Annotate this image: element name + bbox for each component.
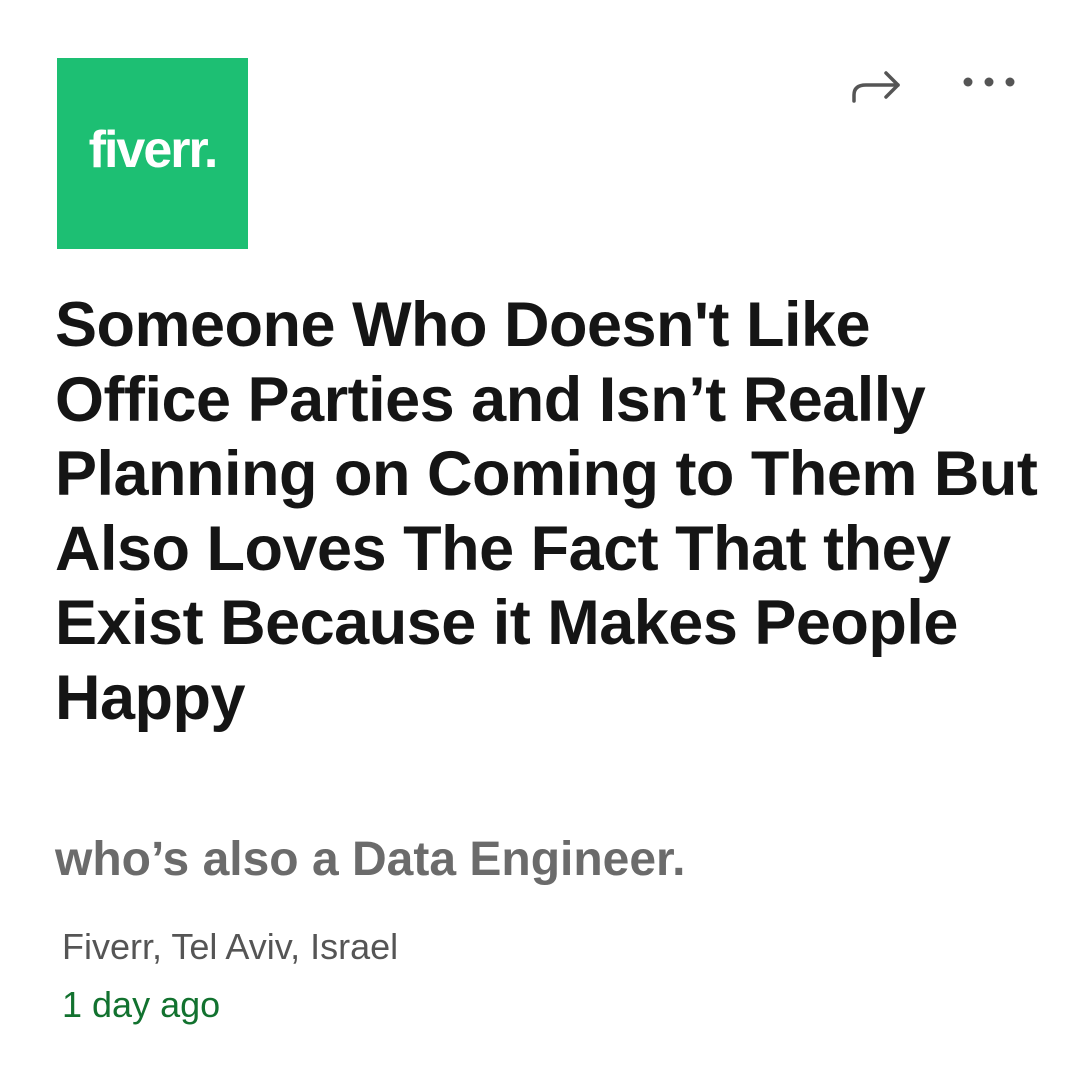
job-location: Fiverr, Tel Aviv, Israel [62,926,399,967]
company-logo-text: fiverr. [88,120,219,179]
more-horizontal-icon [963,77,1015,87]
share-button[interactable] [846,58,906,108]
share-arrow-icon [852,71,900,103]
more-options-button[interactable] [958,62,1020,102]
job-title: Someone Who Doesn't Like Office Parties … [55,290,1038,733]
posted-time: 1 day ago [62,984,221,1025]
company-logo: fiverr. [57,58,248,249]
job-subtitle: who’s also a Data Engineer. [55,833,686,886]
